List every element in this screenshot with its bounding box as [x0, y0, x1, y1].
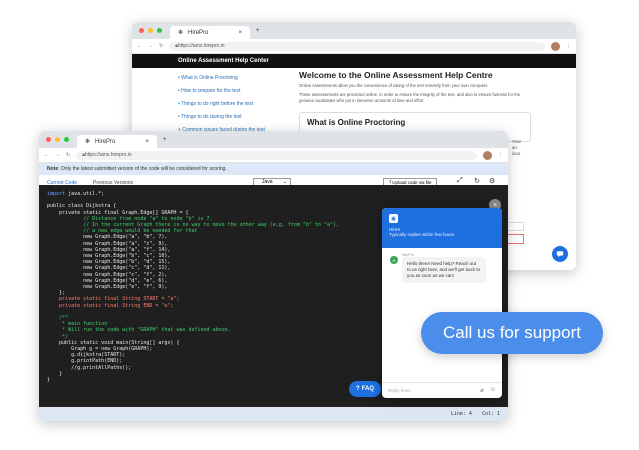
browser-tab-bar: ✻ HirePro × +: [39, 131, 508, 148]
sidebar-item-prepare[interactable]: • How to prepare for the test: [178, 85, 278, 98]
browser-tab[interactable]: ✻ HirePro ×: [77, 135, 157, 148]
reload-icon[interactable]: ↻: [66, 152, 70, 158]
profile-avatar[interactable]: [551, 41, 560, 51]
intro-paragraph: Online Assessments allow you the conveni…: [299, 83, 489, 88]
profile-avatar[interactable]: [483, 150, 492, 160]
menu-dots-icon[interactable]: ⋮: [566, 43, 571, 49]
editor-status-bar: Line: 4 Col: 1: [39, 407, 508, 421]
help-center-header: Online Assessment Help Center: [132, 54, 576, 68]
partial-text: Your an ious: [511, 139, 521, 156]
forward-arrow-icon[interactable]: →: [148, 43, 153, 49]
chat-header: ▣ HireX Typically replies within few hou…: [382, 208, 502, 248]
browser-tab-bar: ✻ HirePro × +: [132, 22, 576, 39]
back-arrow-icon[interactable]: ←: [44, 152, 49, 158]
chat-logo-icon: ▣: [389, 214, 398, 223]
reload-icon[interactable]: ↻: [159, 43, 163, 49]
address-bar: ← → ↻ 🔒︎ https://ams.hirepro.in ⋮: [132, 39, 576, 54]
page-title: Online Assessment Help Center: [178, 58, 269, 64]
sidebar-item-online-proctoring[interactable]: • What is Online Proctoring: [178, 72, 278, 85]
sidebar-item-before-test[interactable]: • Things to do right before the test: [178, 98, 278, 111]
close-tab-icon[interactable]: ×: [145, 139, 149, 145]
sidebar-item-during-test[interactable]: • Things to do during the test: [178, 111, 278, 124]
card-heading: What is Online Proctoring: [307, 118, 406, 127]
agent-avatar: H: [390, 256, 398, 264]
chat-launcher-button[interactable]: [552, 246, 568, 262]
hirepro-favicon-icon: ✻: [178, 30, 184, 36]
address-bar: ← → ↻ 🔒︎ https://ams.hirepro.in ⋮: [39, 148, 508, 163]
new-tab-icon[interactable]: +: [163, 137, 167, 143]
call-support-button[interactable]: Call us for support: [421, 312, 603, 354]
browser-tab-title: HirePro: [95, 138, 116, 145]
chat-message: Hello there! Need help? Reach out to us …: [402, 257, 486, 283]
browser-tab[interactable]: ✻ HirePro ×: [170, 26, 250, 39]
reset-icon[interactable]: ↻: [474, 177, 480, 185]
attachment-icon[interactable]: ⌀: [480, 387, 484, 394]
close-tab-icon[interactable]: ×: [238, 30, 242, 36]
settings-gear-icon[interactable]: ⚙: [489, 177, 495, 185]
chat-bubble-icon: [556, 251, 564, 258]
note-label: Note: [47, 166, 59, 172]
new-tab-icon[interactable]: +: [256, 28, 260, 34]
question-icon: ?: [355, 386, 360, 392]
welcome-heading: Welcome to the Online Assessment Help Ce…: [299, 70, 493, 80]
chat-reply-input[interactable]: Reply here... ⌀ ☺: [382, 382, 502, 398]
fullscreen-icon[interactable]: ⤢: [457, 177, 463, 185]
line-indicator: Line: 4: [450, 411, 472, 417]
proctoring-paragraph: These assessements are proctored online,…: [299, 92, 521, 103]
url-field[interactable]: 🔒︎ https://ams.hirepro.in: [169, 41, 545, 51]
back-arrow-icon[interactable]: ←: [137, 43, 142, 49]
browser-tab-title: HirePro: [188, 29, 209, 36]
url-field[interactable]: 🔒︎ https://ams.hirepro.in: [76, 150, 477, 160]
note-text: : Only the latest submitted version of t…: [58, 166, 227, 172]
emoji-icon[interactable]: ☺: [490, 387, 496, 394]
chat-reply-time: Typically replies within few hours: [389, 232, 455, 237]
menu-dots-icon[interactable]: ⋮: [498, 152, 503, 158]
chat-widget: ▣ HireX Typically replies within few hou…: [382, 208, 502, 398]
hirepro-favicon-icon: ✻: [85, 139, 91, 145]
faq-button[interactable]: ? FAQ: [349, 381, 381, 397]
scoring-note: Note: Only the latest submitted version …: [39, 163, 508, 175]
column-indicator: Col: 1: [481, 411, 500, 417]
help-sidebar: • What is Online Proctoring • How to pre…: [178, 72, 278, 137]
forward-arrow-icon[interactable]: →: [55, 152, 60, 158]
